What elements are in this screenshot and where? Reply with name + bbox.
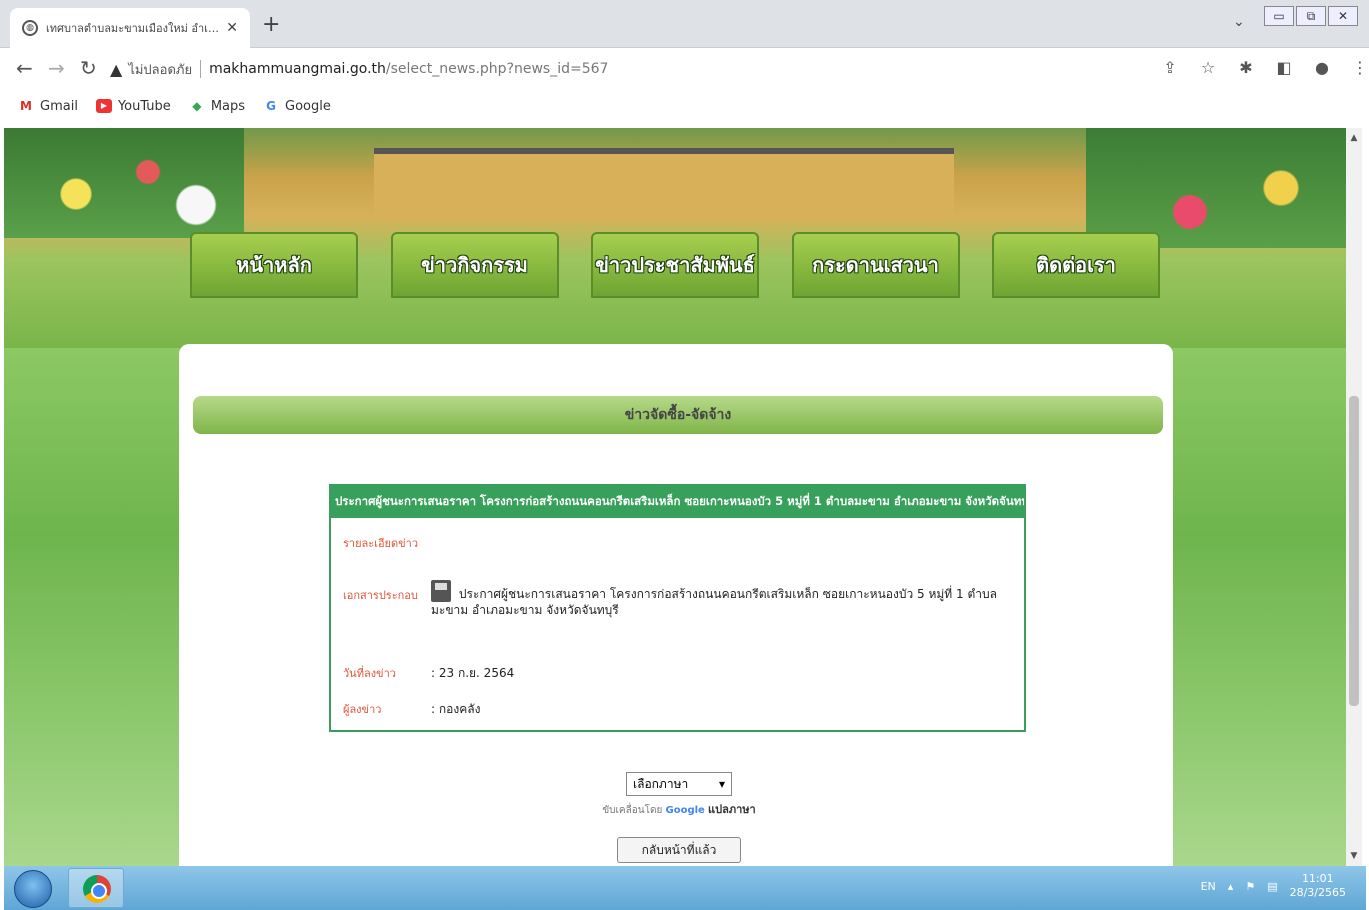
news-title: ประกาศผู้ชนะการเสนอราคา โครงการก่อสร้างถ… (331, 486, 1024, 518)
bookmark-label: Gmail (40, 98, 78, 114)
close-tab-icon[interactable]: ✕ (226, 20, 238, 36)
content-panel: ข่าวจัดซื้อ-จัดจ้าง ประกาศผู้ชนะการเสนอร… (179, 344, 1173, 866)
youtube-icon: ▶ (95, 99, 112, 113)
extensions-icon[interactable]: ✱ (1236, 58, 1256, 77)
reload-icon[interactable]: ↻ (80, 56, 97, 80)
detail-row: รายละเอียดข่าว (343, 534, 418, 552)
scroll-up-icon[interactable]: ▲ (1346, 130, 1362, 146)
bookmark-gmail[interactable]: M Gmail (18, 99, 78, 114)
close-window-icon[interactable]: ✕ (1328, 6, 1358, 26)
bookmarks-bar: M Gmail ▶ YouTube ◆ Maps G Google (0, 90, 1369, 122)
star-icon[interactable]: ☆ (1198, 58, 1218, 77)
language-indicator[interactable]: EN (1201, 880, 1216, 893)
clock[interactable]: 11:01 28/3/2565 (1290, 872, 1346, 900)
gmail-icon: M (20, 99, 32, 113)
address-bar[interactable]: ▲ ไม่ปลอดภัย makhammuangmai.go.th /selec… (110, 54, 1150, 84)
attachment-row: เอกสารประกอบ ประกาศผู้ชนะการเสนอราคา โคร… (343, 580, 1023, 617)
bookmark-maps[interactable]: ◆ Maps (189, 99, 245, 114)
attachment-link[interactable]: ประกาศผู้ชนะการเสนอราคา โครงการก่อสร้างถ… (431, 580, 1021, 618)
nav-activities[interactable]: ข่าวกิจกรรม (390, 232, 559, 298)
restore-icon[interactable]: ⧉ (1296, 6, 1326, 26)
language-select-value: เลือกภาษา (633, 776, 689, 791)
save-icon (431, 580, 451, 602)
section-title: ข่าวจัดซื้อ-จัดจ้าง (193, 396, 1163, 434)
flag-icon[interactable]: ⚑ (1245, 880, 1255, 893)
bookmark-label: Google (285, 98, 331, 114)
date-value: : 23 ก.ย. 2564 (431, 666, 515, 680)
bookmark-google[interactable]: G Google (263, 99, 331, 114)
back-arrow-icon[interactable]: ← (16, 56, 33, 80)
nav-pr-news[interactable]: ข่าวประชาสัมพันธ์ (591, 232, 759, 298)
sidepanel-icon[interactable]: ◧ (1274, 58, 1294, 77)
news-box: ประกาศผู้ชนะการเสนอราคา โครงการก่อสร้างถ… (329, 484, 1026, 732)
poster-row: ผู้ลงข่าว : กองคลัง (343, 700, 480, 718)
window-controls: ▭ ⧉ ✕ (1264, 6, 1358, 28)
powered-by-google: ขับเคลื่อนโดย Google แปลภาษา (599, 800, 759, 818)
powered-prefix: ขับเคลื่อนโดย (602, 805, 663, 816)
google-logo[interactable]: Google (666, 805, 705, 816)
google-icon: G (266, 99, 276, 113)
bookmark-label: YouTube (117, 98, 171, 114)
chevron-down-icon: ▾ (718, 777, 725, 791)
network-icon[interactable]: ▤ (1267, 880, 1277, 893)
translate-label: แปลภาษา (708, 803, 756, 816)
scroll-down-icon[interactable]: ▼ (1346, 848, 1362, 864)
banner-image-left (4, 128, 244, 238)
globe-icon: ◍ (22, 20, 38, 36)
main-nav: หน้าหลัก ข่าวกิจกรรม ข่าวประชาสัมพันธ์ ก… (190, 232, 1160, 302)
nav-contact[interactable]: ติดต่อเรา (992, 232, 1160, 298)
insecure-label: ไม่ปลอดภัย (128, 62, 193, 78)
clock-time: 11:01 (1301, 872, 1334, 885)
bookmark-youtube[interactable]: ▶ YouTube (95, 98, 171, 114)
tray-arrow-icon[interactable]: ▴ (1228, 880, 1234, 893)
url-host: makhammuangmai.go.th (209, 61, 386, 77)
forward-arrow-icon[interactable]: → (48, 56, 65, 80)
maps-icon: ◆ (192, 99, 202, 113)
url-path: /select_news.php?news_id=567 (385, 61, 609, 77)
new-tab-icon[interactable]: + (262, 12, 280, 37)
banner-image-center (374, 148, 954, 218)
tab-strip: ◍ เทศบาลตำบลมะขามเมืองใหม่ อำเภอมะ ✕ + ⌄… (0, 0, 1369, 48)
browser-toolbar: ← → ↻ ▲ ไม่ปลอดภัย makhammuangmai.go.th … (0, 48, 1369, 90)
divider (200, 60, 202, 78)
taskbar-chrome[interactable] (68, 868, 124, 908)
poster-value: : กองคลัง (431, 702, 481, 716)
system-tray: EN ▴ ⚑ ▤ 11:01 28/3/2565 (1201, 872, 1346, 900)
screen: ◍ เทศบาลตำบลมะขามเมืองใหม่ อำเภอมะ ✕ + ⌄… (0, 0, 1369, 910)
date-row: วันที่ลงข่าว : 23 ก.ย. 2564 (343, 664, 514, 682)
toolbar-icons: ⇪ ☆ ✱ ◧ ● ⋮ (1160, 58, 1369, 77)
profile-icon[interactable]: ● (1312, 58, 1332, 77)
chevron-down-icon[interactable]: ⌄ (1233, 14, 1245, 30)
attachment-text: ประกาศผู้ชนะการเสนอราคา โครงการก่อสร้างถ… (431, 587, 997, 617)
start-button-icon[interactable] (14, 870, 52, 908)
share-icon[interactable]: ⇪ (1160, 58, 1180, 77)
chrome-icon (83, 875, 111, 903)
clock-date: 28/3/2565 (1289, 886, 1346, 899)
page-viewport: หน้าหลัก ข่าวกิจกรรม ข่าวประชาสัมพันธ์ ก… (4, 128, 1346, 866)
banner-image-right (1086, 128, 1346, 248)
bookmark-label: Maps (210, 98, 246, 114)
browser-tab[interactable]: ◍ เทศบาลตำบลมะขามเมืองใหม่ อำเภอมะ ✕ (10, 8, 250, 48)
poster-label: ผู้ลงข่าว (343, 703, 382, 716)
detail-label: รายละเอียดข่าว (343, 537, 419, 550)
attachment-label: เอกสารประกอบ (343, 589, 418, 602)
windows-taskbar: EN ▴ ⚑ ▤ 11:01 28/3/2565 (4, 866, 1366, 910)
minimize-icon[interactable]: ▭ (1264, 6, 1294, 26)
date-label: วันที่ลงข่าว (343, 667, 396, 680)
tab-title: เทศบาลตำบลมะขามเมืองใหม่ อำเภอมะ (46, 22, 221, 35)
language-select[interactable]: เลือกภาษา ▾ (626, 772, 732, 796)
warning-icon[interactable]: ▲ (110, 60, 122, 79)
back-button[interactable]: กลับหน้าที่แล้ว (617, 837, 741, 863)
menu-icon[interactable]: ⋮ (1350, 58, 1369, 77)
scroll-thumb[interactable] (1349, 396, 1359, 706)
nav-webboard[interactable]: กระดานเสวนา (791, 232, 960, 298)
nav-home[interactable]: หน้าหลัก (190, 232, 358, 298)
vertical-scrollbar[interactable]: ▲ ▼ (1346, 128, 1362, 866)
